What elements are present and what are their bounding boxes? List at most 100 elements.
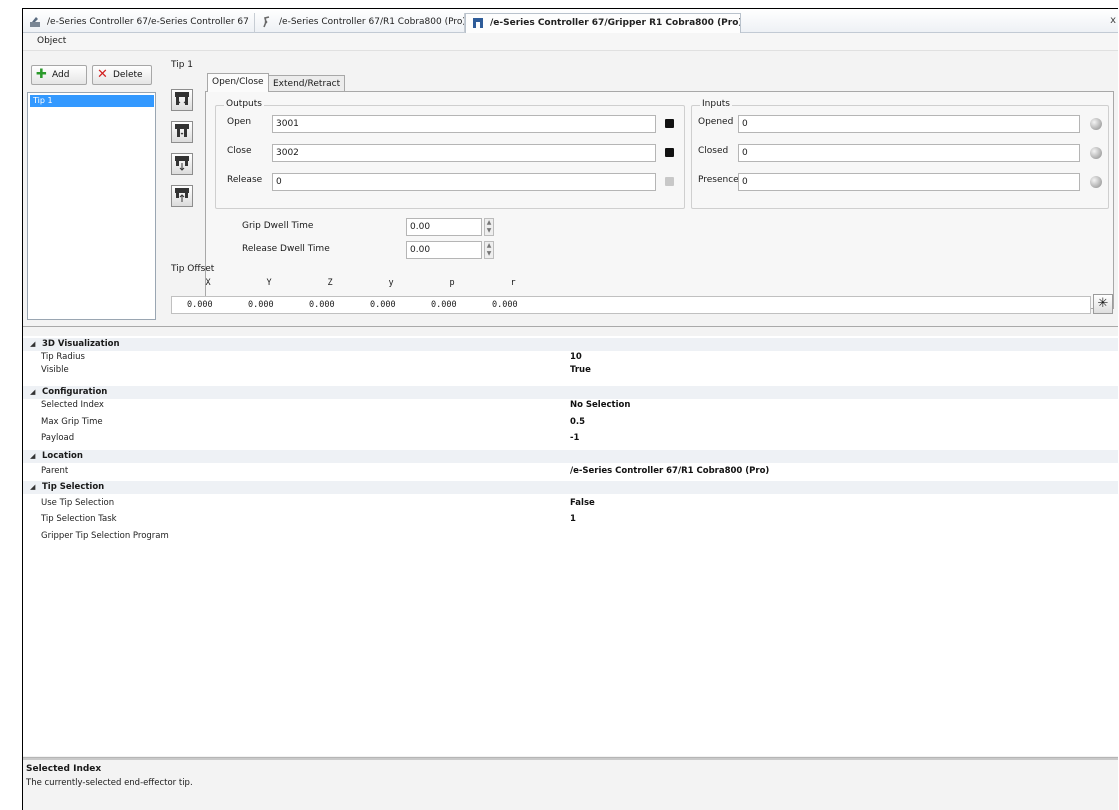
robot-arm-icon bbox=[263, 16, 270, 28]
collapse-caret-icon[interactable]: ◢ bbox=[30, 386, 35, 399]
property-row-visible[interactable]: Visible True bbox=[23, 364, 1118, 377]
delete-icon: ✕ bbox=[97, 67, 108, 82]
offset-value-y: 0.000 bbox=[248, 300, 274, 310]
property-row-max-grip-time[interactable]: Max Grip Time 0.5 bbox=[23, 416, 1118, 429]
property-row-gripper-tip-selection-program[interactable]: Gripper Tip Selection Program bbox=[23, 530, 1118, 543]
release-dwell-label: Release Dwell Time bbox=[242, 244, 330, 254]
add-icon: ✚ bbox=[36, 67, 47, 82]
offset-value-yaw: 0.000 bbox=[370, 300, 396, 310]
property-row-use-tip-selection[interactable]: Use Tip Selection False bbox=[23, 497, 1118, 510]
property-value[interactable]: 0.5 bbox=[570, 416, 585, 429]
close-output-indicator bbox=[665, 148, 674, 157]
offset-value-x: 0.000 bbox=[187, 300, 213, 310]
close-output-field[interactable]: 3002 bbox=[272, 144, 656, 162]
outputs-title: Outputs bbox=[224, 99, 264, 109]
category-label: Location bbox=[42, 451, 83, 461]
presence-label: Presence bbox=[698, 175, 739, 185]
document-tab-bar: /e-Series Controller 67/e-Series Control… bbox=[23, 9, 1118, 33]
tab-label: /e-Series Controller 67/Gripper R1 Cobra… bbox=[490, 18, 741, 28]
grip-dwell-input[interactable]: 0.00 bbox=[406, 218, 482, 236]
offset-header-yaw: y bbox=[388, 278, 394, 288]
tab-extend-retract[interactable]: Extend/Retract bbox=[268, 75, 346, 91]
offset-value-z: 0.000 bbox=[309, 300, 335, 310]
close-label: Close bbox=[227, 146, 252, 156]
property-value[interactable]: /e-Series Controller 67/R1 Cobra800 (Pro… bbox=[570, 465, 769, 478]
gripper-extend-icon[interactable] bbox=[171, 185, 193, 207]
property-name: Use Tip Selection bbox=[41, 498, 115, 508]
grip-dwell-label: Grip Dwell Time bbox=[242, 221, 314, 231]
tip-offset-field[interactable]: 0.000 0.000 0.000 0.000 0.000 0.000 bbox=[171, 296, 1091, 314]
closed-input-indicator bbox=[1090, 147, 1102, 159]
description-title: Selected Index bbox=[26, 764, 102, 774]
property-grid: ◢ 3D Visualization Tip Radius 10 Visible… bbox=[23, 336, 1118, 756]
property-value[interactable]: False bbox=[570, 497, 595, 510]
collapse-caret-icon[interactable]: ◢ bbox=[30, 450, 35, 463]
delete-button[interactable]: ✕ Delete bbox=[92, 65, 152, 85]
tab-label: /e-Series Controller 67/R1 Cobra800 (Pro… bbox=[279, 17, 465, 27]
offset-header-z: Z bbox=[327, 278, 333, 288]
category-3d-visualization[interactable]: ◢ 3D Visualization bbox=[23, 338, 1118, 351]
teach-offset-button[interactable]: ✳ bbox=[1093, 294, 1113, 314]
property-row-selected-index[interactable]: Selected Index No Selection bbox=[23, 399, 1118, 412]
property-value[interactable]: True bbox=[570, 364, 591, 377]
tab-label: /e-Series Controller 67/e-Series Control… bbox=[47, 17, 249, 27]
tab-robot[interactable]: /e-Series Controller 67/R1 Cobra800 (Pro… bbox=[255, 13, 465, 33]
description-text: The currently-selected end-effector tip. bbox=[26, 778, 193, 788]
property-name: Selected Index bbox=[41, 400, 104, 410]
property-name: Tip Radius bbox=[41, 352, 85, 362]
grip-dwell-spinner[interactable]: ▲ ▼ bbox=[484, 218, 494, 236]
category-location[interactable]: ◢ Location bbox=[23, 450, 1118, 463]
property-row-parent[interactable]: Parent /e-Series Controller 67/R1 Cobra8… bbox=[23, 465, 1118, 478]
add-button[interactable]: ✚ Add bbox=[31, 65, 87, 85]
property-row-tip-selection-task[interactable]: Tip Selection Task 1 bbox=[23, 513, 1118, 526]
release-dwell-input[interactable]: 0.00 bbox=[406, 241, 482, 259]
property-value[interactable]: 10 bbox=[570, 351, 582, 364]
tip-offset-title: Tip Offset bbox=[171, 264, 215, 274]
property-row-payload[interactable]: Payload -1 bbox=[23, 432, 1118, 445]
release-output-field[interactable]: 0 bbox=[272, 173, 656, 191]
property-value[interactable]: -1 bbox=[570, 432, 579, 445]
gripper-close-icon[interactable] bbox=[171, 121, 193, 143]
offset-header-pitch: p bbox=[449, 278, 455, 288]
release-output-indicator bbox=[665, 177, 674, 186]
tab-controller[interactable]: /e-Series Controller 67/e-Series Control… bbox=[23, 13, 255, 33]
closed-input-field[interactable]: 0 bbox=[738, 144, 1080, 162]
gripper-icon bbox=[473, 18, 483, 28]
property-name: Parent bbox=[41, 466, 69, 476]
outputs-group: Outputs Open 3001 Close 3002 Release 0 bbox=[215, 99, 685, 209]
controller-icon bbox=[30, 17, 40, 27]
delete-button-label: Delete bbox=[113, 70, 143, 80]
presence-input-field[interactable]: 0 bbox=[738, 173, 1080, 191]
property-value[interactable]: 1 bbox=[570, 513, 576, 526]
opened-label: Opened bbox=[698, 117, 734, 127]
open-label: Open bbox=[227, 117, 252, 127]
opened-input-field[interactable]: 0 bbox=[738, 115, 1080, 133]
gripper-retract-icon[interactable] bbox=[171, 153, 193, 175]
opened-input-indicator bbox=[1090, 118, 1102, 130]
collapse-caret-icon[interactable]: ◢ bbox=[30, 338, 35, 351]
property-value[interactable]: No Selection bbox=[570, 399, 630, 412]
property-row-tip-radius[interactable]: Tip Radius 10 bbox=[23, 351, 1118, 364]
close-tab-icon[interactable]: x bbox=[1110, 15, 1116, 26]
list-item[interactable]: Tip 1 bbox=[30, 95, 154, 107]
gripper-open-close-icon[interactable] bbox=[171, 89, 193, 111]
release-dwell-spinner[interactable]: ▲ ▼ bbox=[484, 241, 494, 259]
property-name: Tip Selection Task bbox=[41, 514, 117, 524]
add-button-label: Add bbox=[52, 70, 70, 80]
offset-value-roll: 0.000 bbox=[492, 300, 518, 310]
property-name: Max Grip Time bbox=[41, 417, 103, 427]
tip-list[interactable]: Tip 1 bbox=[27, 92, 156, 320]
inputs-title: Inputs bbox=[700, 99, 732, 109]
category-configuration[interactable]: ◢ Configuration bbox=[23, 386, 1118, 399]
menu-object[interactable]: Object bbox=[37, 36, 66, 46]
description-panel: Selected Index The currently-selected en… bbox=[23, 760, 1118, 810]
tab-open-close[interactable]: Open/Close bbox=[207, 73, 269, 92]
open-output-field[interactable]: 3001 bbox=[272, 115, 656, 133]
category-tip-selection[interactable]: ◢ Tip Selection bbox=[23, 481, 1118, 494]
collapse-caret-icon[interactable]: ◢ bbox=[30, 481, 35, 494]
open-close-panel: Outputs Open 3001 Close 3002 Release 0 I… bbox=[205, 91, 1114, 309]
tab-gripper[interactable]: /e-Series Controller 67/Gripper R1 Cobra… bbox=[465, 13, 741, 33]
presence-input-indicator bbox=[1090, 176, 1102, 188]
menu-bar: Object bbox=[23, 33, 1118, 51]
tip-title: Tip 1 bbox=[171, 60, 194, 70]
